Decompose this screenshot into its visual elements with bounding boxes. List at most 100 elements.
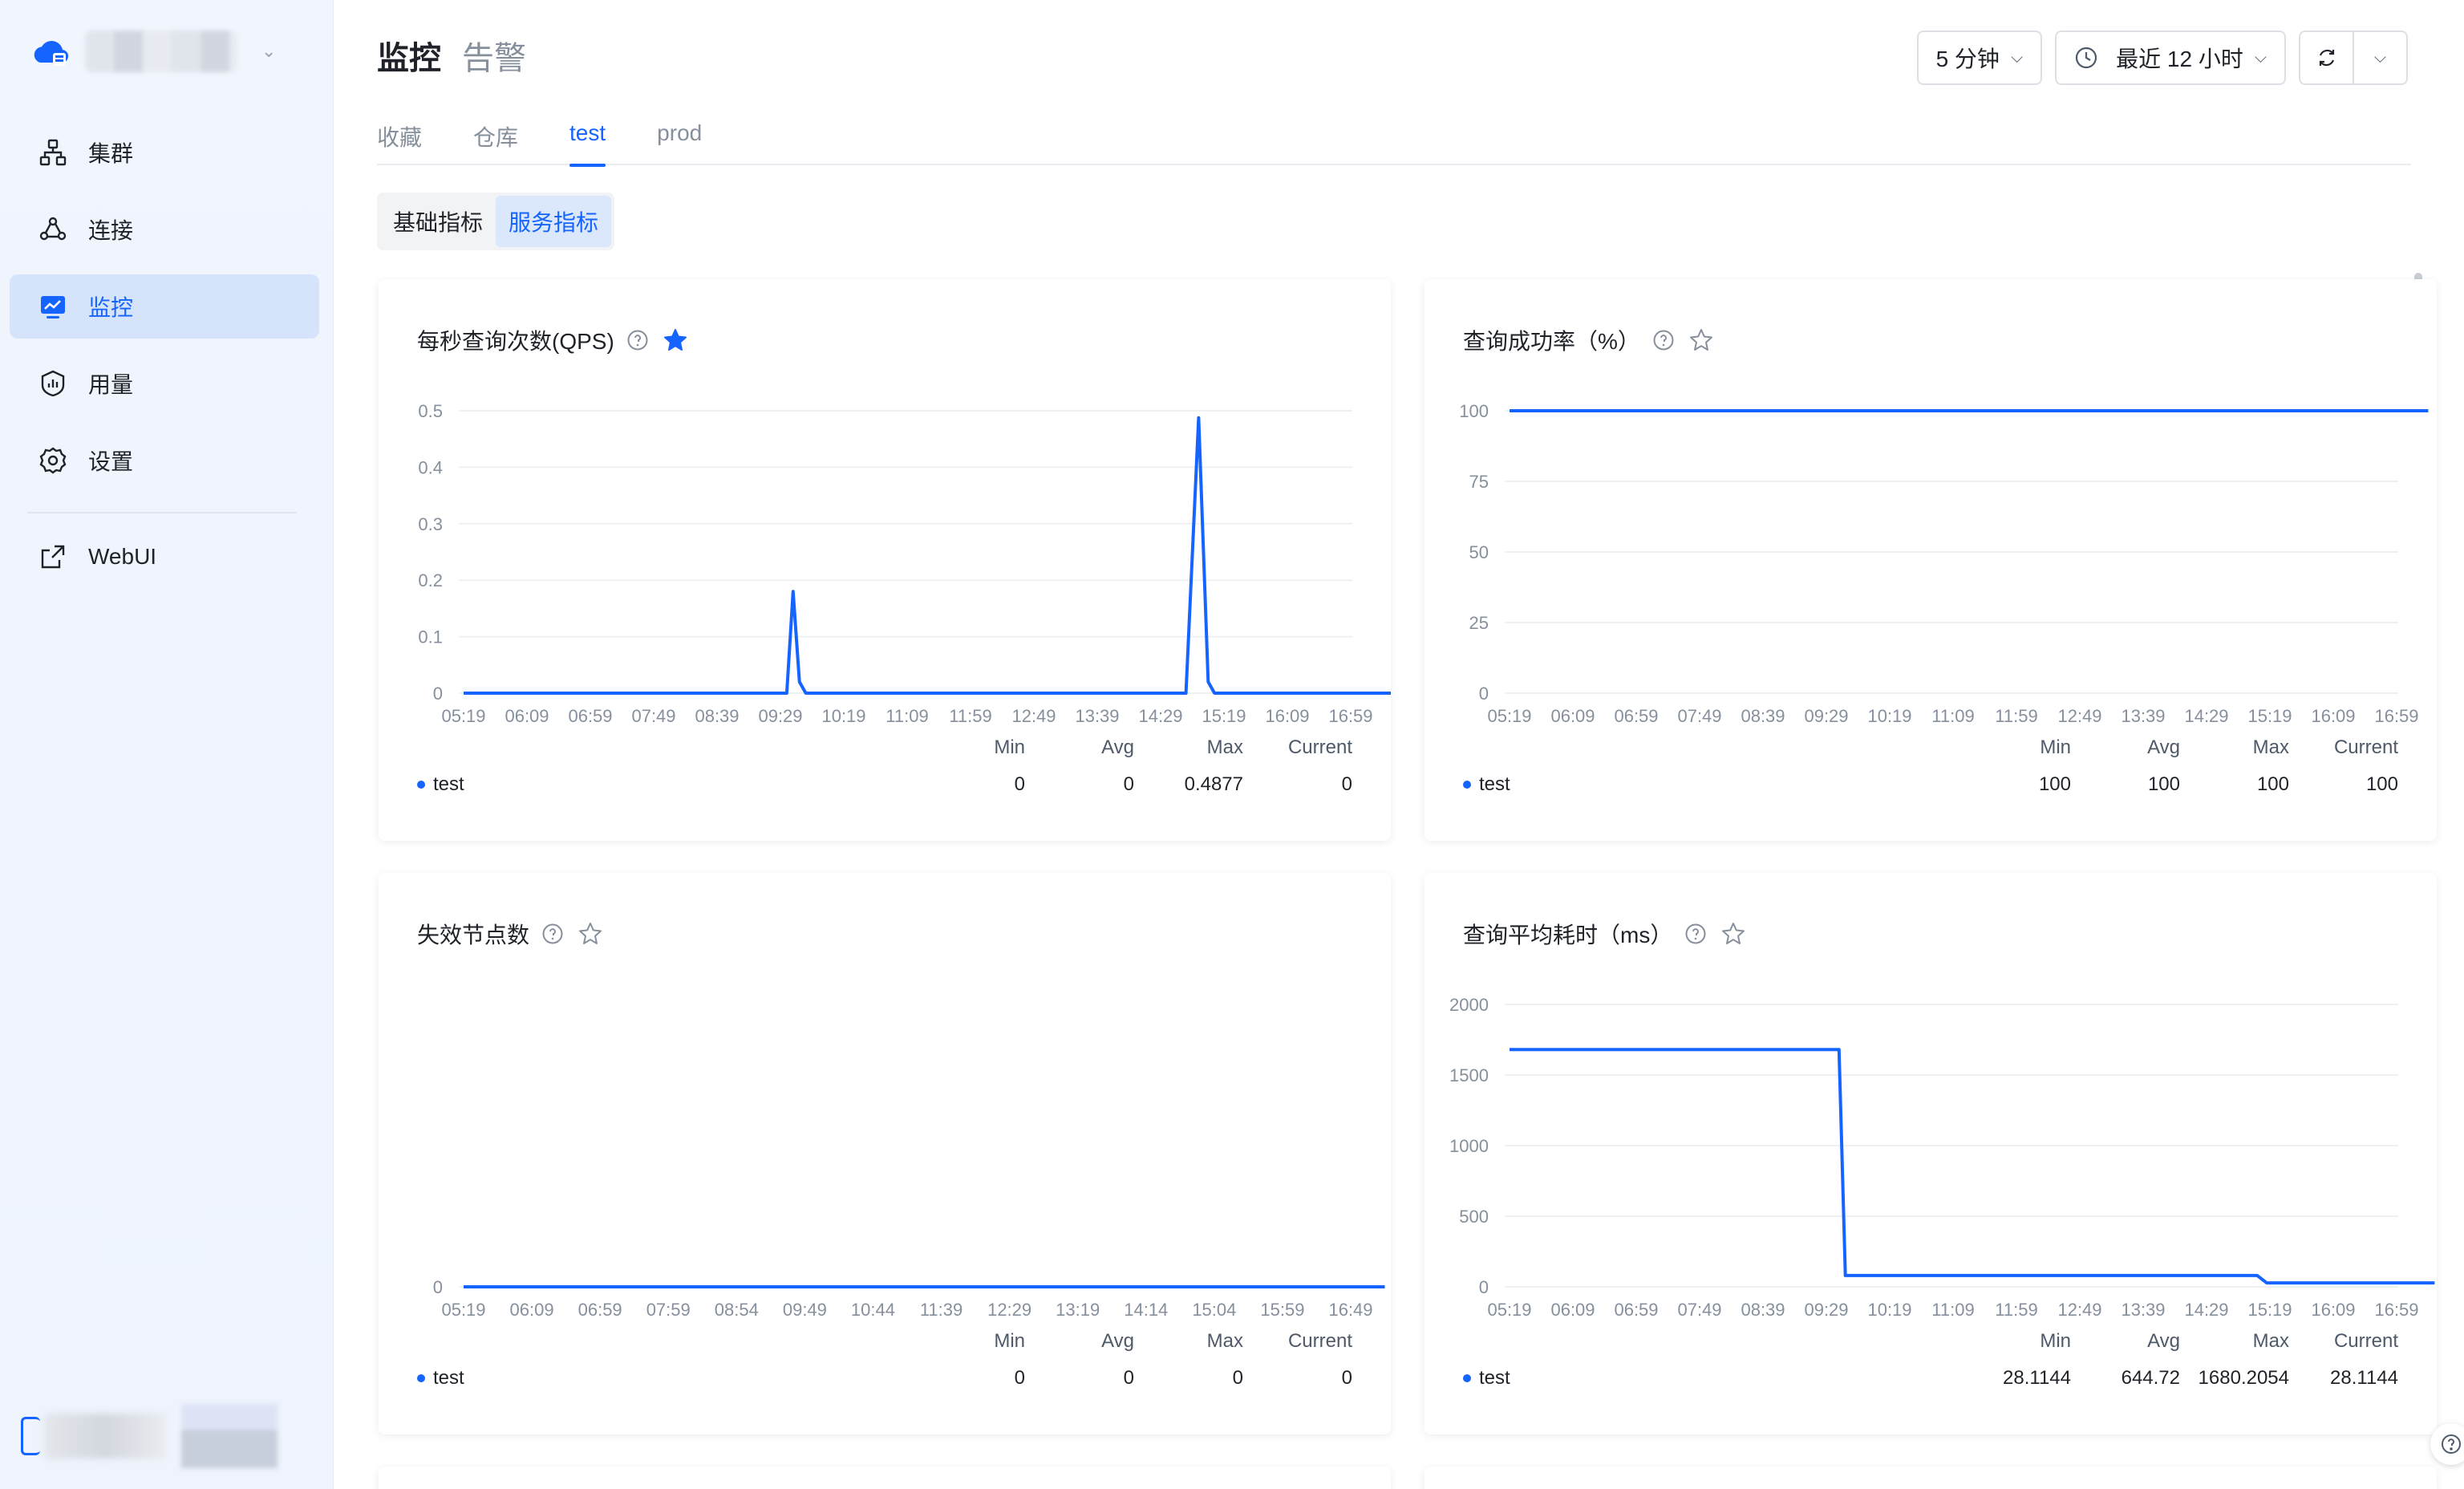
y-tick-label: 0.2 bbox=[418, 570, 443, 590]
x-tick-label: 08:39 bbox=[695, 706, 739, 726]
webui-link[interactable]: WebUI bbox=[10, 525, 319, 589]
tab-prod[interactable]: prod bbox=[657, 120, 702, 165]
refresh-icon bbox=[2319, 49, 2334, 67]
legend-series-name: test bbox=[1479, 1367, 1510, 1389]
page-title[interactable]: 监控 bbox=[377, 32, 441, 79]
x-tick-label: 13:39 bbox=[2121, 706, 2165, 726]
toolbar: 5 分钟 ⌵ 最近 12 小时 ⌵ ⌵ bbox=[1916, 30, 2408, 85]
x-tick-label: 14:14 bbox=[1124, 1300, 1168, 1320]
x-tick-label: 16:09 bbox=[1265, 706, 1309, 726]
series-line[interactable] bbox=[464, 416, 1391, 695]
series-line[interactable] bbox=[1510, 1048, 2435, 1285]
stat-value: 0 bbox=[1341, 1367, 1352, 1389]
legend-dot-icon bbox=[1463, 1374, 1471, 1382]
legend-series-name: test bbox=[1479, 773, 1510, 795]
metric-subtabs: 基础指标 服务指标 bbox=[377, 193, 615, 250]
x-tick-label: 05:19 bbox=[1487, 706, 1531, 726]
tab-favorites[interactable]: 收藏 bbox=[377, 120, 422, 165]
tab-test[interactable]: test bbox=[569, 120, 606, 167]
x-tick-label: 07:49 bbox=[1677, 1300, 1721, 1320]
x-tick-label: 16:59 bbox=[1328, 706, 1372, 726]
sidebar-nav: 集群 连接 监控 用量 设置 bbox=[10, 120, 319, 505]
subtab-service-metrics[interactable]: 服务指标 bbox=[496, 196, 612, 247]
x-tick-label: 06:59 bbox=[1614, 1300, 1658, 1320]
y-tick-label: 1000 bbox=[1449, 1136, 1489, 1156]
stats-header: Min Avg Max Current bbox=[1962, 1330, 2398, 1353]
redacted-block bbox=[45, 1414, 165, 1459]
stat-value: 0 bbox=[1232, 1367, 1243, 1389]
y-tick-label: 50 bbox=[1469, 542, 1489, 562]
x-tick-label: 07:59 bbox=[646, 1300, 691, 1320]
legend-item[interactable]: test bbox=[417, 1367, 464, 1390]
x-tick-label: 10:19 bbox=[1867, 706, 1911, 726]
legend-item[interactable]: test bbox=[1463, 773, 1510, 796]
chevron-down-icon[interactable]: ⌄ bbox=[261, 41, 276, 62]
sidebar-item-settings[interactable]: 设置 bbox=[10, 428, 319, 493]
legend-row[interactable]: test 28.1144 644.72 1680.2054 28.1144 bbox=[1463, 1367, 2398, 1390]
sidebar-item-monitor[interactable]: 监控 bbox=[10, 274, 319, 339]
x-tick-label: 16:59 bbox=[2374, 706, 2418, 726]
legend-row[interactable]: test 0 0 0.4877 0 bbox=[417, 773, 1352, 796]
y-tick-label: 500 bbox=[1459, 1207, 1489, 1227]
stat-value: 644.72 bbox=[2121, 1367, 2180, 1389]
stats-header: Min Avg Max Current bbox=[916, 736, 1352, 759]
stat-value: 100 bbox=[2147, 773, 2180, 795]
sidebar-item-label: 设置 bbox=[88, 449, 134, 474]
legend-row[interactable]: test 100 100 100 100 bbox=[1463, 773, 2398, 796]
x-tick-label: 14:29 bbox=[1138, 706, 1182, 726]
stats-header-cell: Current bbox=[2333, 1330, 2398, 1352]
stats-header-cell: Current bbox=[1287, 1330, 1352, 1352]
x-tick-label: 08:54 bbox=[715, 1300, 759, 1320]
x-tick-label: 06:09 bbox=[505, 706, 549, 726]
legend-dot-icon bbox=[417, 781, 425, 789]
sidebar-item-label: 集群 bbox=[88, 141, 134, 166]
x-tick-label: 11:09 bbox=[886, 706, 928, 726]
sidebar-item-connection[interactable]: 连接 bbox=[10, 197, 319, 262]
sidebar-item-usage[interactable]: 用量 bbox=[10, 351, 319, 416]
x-tick-label: 15:19 bbox=[2247, 706, 2292, 726]
refresh-group: ⌵ bbox=[2299, 30, 2408, 85]
x-tick-label: 06:59 bbox=[568, 706, 612, 726]
legend-item[interactable]: test bbox=[1463, 1367, 1510, 1390]
legend-item[interactable]: test bbox=[417, 773, 464, 796]
stats-header-cell: Avg bbox=[2147, 1330, 2180, 1352]
y-tick-label: 0 bbox=[433, 1277, 443, 1297]
subtab-basic-metrics[interactable]: 基础指标 bbox=[380, 196, 496, 247]
y-tick-label: 0.4 bbox=[418, 457, 443, 477]
usage-icon bbox=[37, 367, 69, 400]
y-tick-label: 0 bbox=[1479, 684, 1489, 704]
x-tick-label: 16:09 bbox=[2311, 1300, 2355, 1320]
time-range-select[interactable]: 最近 12 小时 ⌵ bbox=[2055, 30, 2286, 85]
x-tick-label: 06:59 bbox=[1614, 706, 1658, 726]
refresh-options-button[interactable]: ⌵ bbox=[2353, 30, 2408, 85]
tab-alerts[interactable]: 告警 bbox=[462, 32, 526, 79]
refresh-button[interactable] bbox=[2299, 30, 2353, 85]
y-tick-label: 0.3 bbox=[418, 514, 443, 534]
x-tick-label: 11:59 bbox=[949, 706, 991, 726]
x-tick-label: 07:49 bbox=[631, 706, 675, 726]
chart-card-partial bbox=[1424, 1467, 2437, 1489]
tab-warehouse[interactable]: 仓库 bbox=[473, 120, 518, 165]
x-tick-label: 11:59 bbox=[1995, 706, 2037, 726]
user-profile-redacted[interactable] bbox=[21, 1404, 278, 1468]
legend-row[interactable]: test 0 0 0 0 bbox=[417, 1367, 1352, 1390]
y-tick-label: 0 bbox=[1479, 1277, 1489, 1297]
webui-label: WebUI bbox=[88, 544, 157, 569]
stat-value: 28.1144 bbox=[2330, 1367, 2398, 1389]
interval-select[interactable]: 5 分钟 ⌵ bbox=[1916, 30, 2043, 85]
stat-value: 28.1144 bbox=[2003, 1367, 2071, 1389]
x-tick-label: 15:04 bbox=[1192, 1300, 1236, 1320]
x-tick-label: 15:19 bbox=[2247, 1300, 2292, 1320]
help-icon bbox=[2442, 1434, 2461, 1454]
brand[interactable]: ⌄ bbox=[29, 29, 276, 74]
x-tick-label: 11:09 bbox=[1931, 1300, 1974, 1320]
stat-value: 0.4877 bbox=[1184, 773, 1243, 795]
y-tick-label: 75 bbox=[1469, 472, 1489, 492]
time-range-value: 最近 12 小时 bbox=[2116, 47, 2243, 71]
chart-card-success-rate: 查询成功率（%） 0 25 50 75 100 05:19 06:09 06:59 07:49 08… bbox=[1424, 279, 2437, 841]
sidebar-item-cluster[interactable]: 集群 bbox=[10, 120, 319, 185]
stat-value: 100 bbox=[2365, 773, 2398, 795]
stat-value: 0 bbox=[1341, 773, 1352, 795]
collapse-icon[interactable] bbox=[21, 1417, 40, 1455]
stats-header-cell: Avg bbox=[1101, 1330, 1134, 1352]
